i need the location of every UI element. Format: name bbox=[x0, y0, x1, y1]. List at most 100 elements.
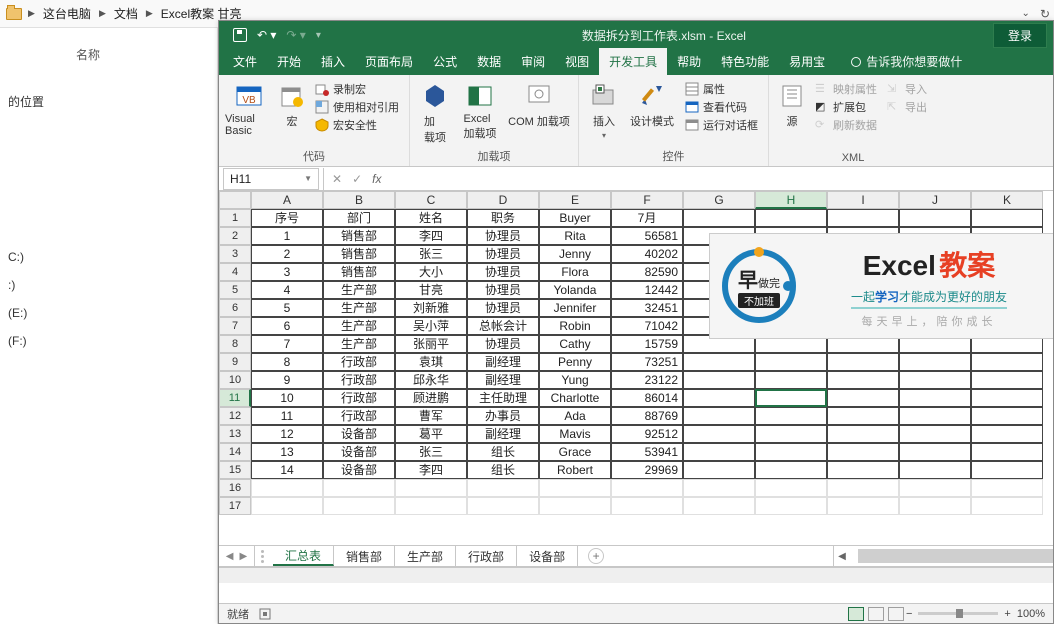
tab-帮助[interactable]: 帮助 bbox=[667, 48, 711, 75]
cell[interactable] bbox=[683, 479, 755, 497]
cell[interactable]: 4 bbox=[251, 281, 323, 299]
cell[interactable]: 顾进鹏 bbox=[395, 389, 467, 407]
macros-button[interactable]: 宏 bbox=[275, 79, 309, 131]
cell[interactable] bbox=[467, 497, 539, 515]
cell[interactable]: 73251 bbox=[611, 353, 683, 371]
cell[interactable]: 李四 bbox=[395, 461, 467, 479]
col-header-K[interactable]: K bbox=[971, 191, 1043, 209]
chevron-down-icon[interactable]: ▼ bbox=[304, 174, 312, 183]
excel-addins-button[interactable]: Excel 加载项 bbox=[456, 79, 504, 143]
login-button[interactable]: 登录 bbox=[993, 23, 1047, 48]
new-sheet-button[interactable]: + bbox=[588, 548, 604, 564]
cell[interactable]: 刘新雅 bbox=[395, 299, 467, 317]
cell[interactable]: 部门 bbox=[323, 209, 395, 227]
cell[interactable]: 92512 bbox=[611, 425, 683, 443]
cell[interactable] bbox=[683, 209, 755, 227]
row-header[interactable]: 2 bbox=[219, 227, 251, 245]
undo-icon[interactable]: ↶ ▾ bbox=[257, 28, 276, 42]
tab-文件[interactable]: 文件 bbox=[223, 48, 267, 75]
cell[interactable] bbox=[755, 407, 827, 425]
cell[interactable]: 协理员 bbox=[467, 227, 539, 245]
tab-视图[interactable]: 视图 bbox=[555, 48, 599, 75]
cell[interactable] bbox=[899, 353, 971, 371]
col-header-A[interactable]: A bbox=[251, 191, 323, 209]
row-header[interactable]: 15 bbox=[219, 461, 251, 479]
cell[interactable] bbox=[539, 479, 611, 497]
cell[interactable] bbox=[683, 443, 755, 461]
page-break-view-icon[interactable] bbox=[888, 607, 904, 621]
cell[interactable]: 李四 bbox=[395, 227, 467, 245]
cell[interactable]: Flora bbox=[539, 263, 611, 281]
macro-security-button[interactable]: 宏安全性 bbox=[315, 117, 399, 133]
normal-view-icon[interactable] bbox=[848, 607, 864, 621]
cell[interactable]: 40202 bbox=[611, 245, 683, 263]
cell[interactable] bbox=[755, 353, 827, 371]
cell[interactable]: 88769 bbox=[611, 407, 683, 425]
cell[interactable] bbox=[467, 479, 539, 497]
drive-c[interactable]: C:) bbox=[8, 250, 209, 264]
cell[interactable]: 曹军 bbox=[395, 407, 467, 425]
cell[interactable]: 32451 bbox=[611, 299, 683, 317]
cell[interactable] bbox=[827, 425, 899, 443]
cell[interactable]: Robin bbox=[539, 317, 611, 335]
cell[interactable]: 86014 bbox=[611, 389, 683, 407]
cell[interactable]: 张丽平 bbox=[395, 335, 467, 353]
cell[interactable] bbox=[971, 209, 1043, 227]
row-header[interactable]: 13 bbox=[219, 425, 251, 443]
cell[interactable]: 设备部 bbox=[323, 443, 395, 461]
cell[interactable]: 23122 bbox=[611, 371, 683, 389]
cell[interactable] bbox=[899, 425, 971, 443]
redo-icon[interactable]: ↷ ▾ bbox=[286, 28, 305, 42]
cell[interactable]: 设备部 bbox=[323, 425, 395, 443]
row-header[interactable]: 16 bbox=[219, 479, 251, 497]
row-header[interactable]: 3 bbox=[219, 245, 251, 263]
row-header[interactable]: 8 bbox=[219, 335, 251, 353]
cell[interactable]: 协理员 bbox=[467, 299, 539, 317]
cell[interactable]: 大小 bbox=[395, 263, 467, 281]
cell[interactable] bbox=[971, 371, 1043, 389]
cell[interactable] bbox=[899, 407, 971, 425]
cell[interactable]: 12 bbox=[251, 425, 323, 443]
enter-formula-icon[interactable]: ✓ bbox=[352, 172, 362, 186]
cell[interactable]: 副经理 bbox=[467, 353, 539, 371]
col-header-H[interactable]: H bbox=[755, 191, 827, 209]
row-header[interactable]: 10 bbox=[219, 371, 251, 389]
cell[interactable]: 行政部 bbox=[323, 407, 395, 425]
quick-access-item[interactable]: 的位置 bbox=[8, 93, 209, 110]
design-mode-button[interactable]: 设计模式 bbox=[625, 79, 679, 131]
properties-button[interactable]: 属性 bbox=[685, 81, 758, 97]
scroll-left-icon[interactable]: ◀ bbox=[834, 551, 850, 562]
tab-公式[interactable]: 公式 bbox=[423, 48, 467, 75]
cell[interactable]: 序号 bbox=[251, 209, 323, 227]
cell[interactable]: 协理员 bbox=[467, 263, 539, 281]
cell[interactable] bbox=[827, 209, 899, 227]
cell[interactable]: 销售部 bbox=[323, 263, 395, 281]
column-header-name[interactable]: 名称 bbox=[76, 46, 209, 63]
cell[interactable] bbox=[827, 407, 899, 425]
cell[interactable] bbox=[971, 461, 1043, 479]
cell[interactable] bbox=[755, 479, 827, 497]
cell[interactable]: 办事员 bbox=[467, 407, 539, 425]
cell[interactable] bbox=[899, 389, 971, 407]
cell[interactable]: Charlotte bbox=[539, 389, 611, 407]
com-addins-button[interactable]: COM 加载项 bbox=[506, 79, 572, 131]
cell[interactable]: 2 bbox=[251, 245, 323, 263]
col-header-J[interactable]: J bbox=[899, 191, 971, 209]
cell[interactable]: 12442 bbox=[611, 281, 683, 299]
sheet-tab-生产部[interactable]: 生产部 bbox=[395, 546, 456, 566]
cell[interactable] bbox=[611, 497, 683, 515]
cancel-formula-icon[interactable]: ✕ bbox=[332, 172, 342, 186]
cell[interactable] bbox=[683, 497, 755, 515]
save-icon[interactable] bbox=[233, 28, 247, 42]
cell[interactable]: 8 bbox=[251, 353, 323, 371]
cell[interactable]: 邱永华 bbox=[395, 371, 467, 389]
cell[interactable]: 甘亮 bbox=[395, 281, 467, 299]
cell[interactable] bbox=[899, 209, 971, 227]
cell[interactable] bbox=[971, 497, 1043, 515]
cell[interactable] bbox=[827, 479, 899, 497]
cell[interactable]: 总帐会计 bbox=[467, 317, 539, 335]
cell[interactable] bbox=[827, 371, 899, 389]
zoom-out-icon[interactable]: − bbox=[906, 608, 912, 620]
cell[interactable] bbox=[755, 371, 827, 389]
record-macro-button[interactable]: 录制宏 bbox=[315, 81, 399, 97]
